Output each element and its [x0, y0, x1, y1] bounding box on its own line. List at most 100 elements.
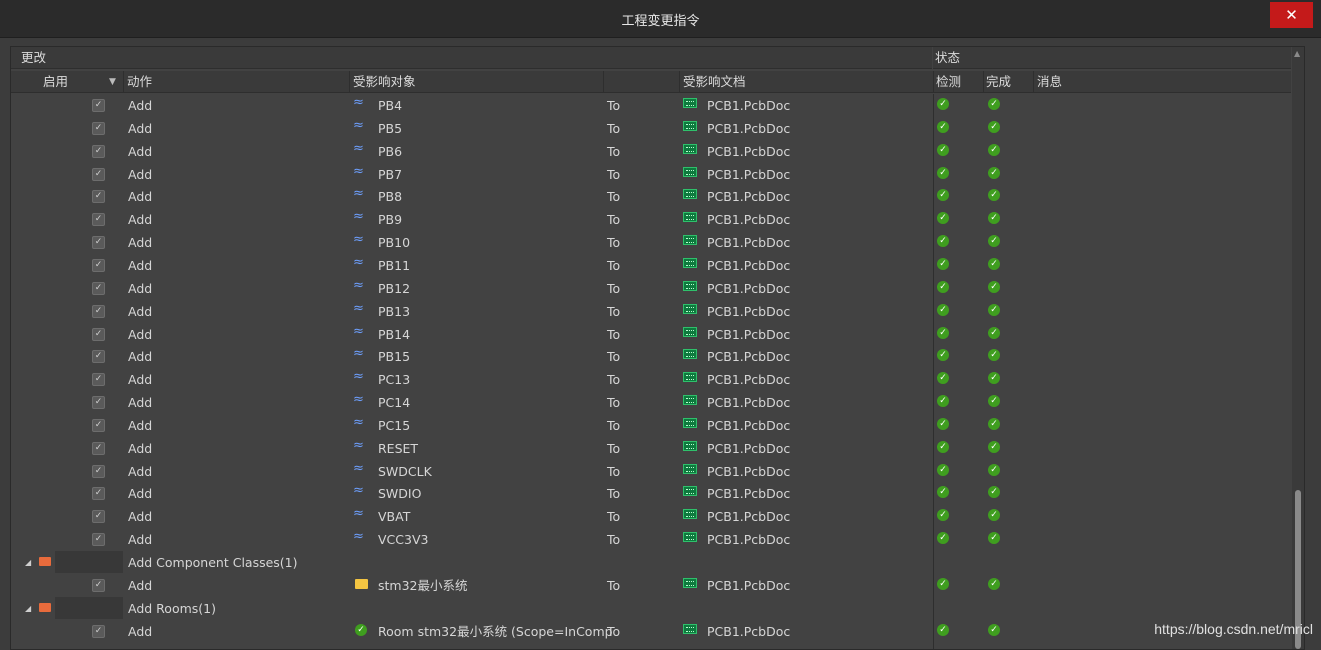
table-row[interactable]: ✓ Add ≈ SWDIO To PCB1.PcbDoc ✓ ✓ [11, 482, 1291, 505]
enable-checkbox[interactable]: ✓ [92, 213, 105, 227]
action-cell: Add [128, 212, 153, 228]
table-row[interactable]: ✓ Add ≈ RESET To PCB1.PcbDoc ✓ ✓ [11, 437, 1291, 460]
sort-dropdown-icon[interactable]: ▼ [109, 71, 116, 93]
affected-object-cell: PB15 [378, 349, 411, 365]
column-header-enable[interactable]: 启用 [43, 71, 68, 93]
table-row[interactable]: ✓ Add ≈ VCC3V3 To PCB1.PcbDoc ✓ ✓ [11, 528, 1291, 551]
table-row[interactable]: ✓ Add stm32最小系统 To PCB1.PcbDoc ✓ ✓ [11, 574, 1291, 597]
column-header-check[interactable]: 检测 [936, 71, 961, 93]
table-row[interactable]: ✓ Add ≈ PC15 To PCB1.PcbDoc ✓ ✓ [11, 414, 1291, 437]
table-row[interactable]: ✓ Add ≈ PB7 To PCB1.PcbDoc ✓ ✓ [11, 163, 1291, 186]
action-cell: Add [128, 532, 153, 548]
group-header-status: 状态 [933, 47, 1291, 69]
check-status-icon: ✓ [937, 120, 949, 133]
to-cell: To [607, 257, 621, 273]
check-status-icon: ✓ [937, 189, 949, 202]
to-cell: To [607, 532, 621, 548]
affected-object-cell: PB9 [378, 212, 403, 228]
table-row[interactable]: ✓ Add ≈ PB8 To PCB1.PcbDoc ✓ ✓ [11, 185, 1291, 208]
table-row[interactable]: ✓ Add ≈ PB14 To PCB1.PcbDoc ✓ ✓ [11, 323, 1291, 346]
check-status-icon: ✓ [937, 143, 949, 156]
pcb-doc-icon [683, 303, 697, 314]
pcb-doc-icon [683, 532, 697, 543]
affected-object-cell: PB12 [378, 280, 411, 296]
affected-document-cell: PCB1.PcbDoc [707, 235, 791, 251]
column-header-done[interactable]: 完成 [986, 71, 1011, 93]
title-bar: 工程变更指令 ✕ [0, 0, 1321, 38]
to-cell: To [607, 98, 621, 113]
table-row[interactable]: ✓ Add ≈ PB5 To PCB1.PcbDoc ✓ ✓ [11, 117, 1291, 140]
enable-checkbox[interactable]: ✓ [92, 258, 105, 272]
done-status-icon: ✓ [988, 395, 1000, 408]
enable-checkbox[interactable]: ✓ [92, 99, 105, 112]
to-cell: To [607, 166, 621, 182]
table-row[interactable]: ✓ Add ≈ PC14 To PCB1.PcbDoc ✓ ✓ [11, 391, 1291, 414]
table-row[interactable]: ✓ Add ≈ PC13 To PCB1.PcbDoc ✓ ✓ [11, 368, 1291, 391]
pcb-doc-icon [683, 98, 697, 108]
affected-document-cell: PCB1.PcbDoc [707, 532, 791, 548]
check-status-icon: ✓ [937, 440, 949, 453]
group-row[interactable]: ◢ Add Rooms(1) [11, 596, 1291, 620]
table-row[interactable]: ✓ Add ✓ Room stm32最小系统 (Scope=InComp To PCB1.… [11, 620, 1291, 643]
enable-checkbox[interactable]: ✓ [92, 578, 105, 592]
enable-checkbox[interactable]: ✓ [92, 373, 105, 387]
action-cell: Add [128, 98, 153, 113]
enable-checkbox[interactable]: ✓ [92, 144, 105, 158]
enable-checkbox[interactable]: ✓ [92, 441, 105, 455]
affected-document-cell: PCB1.PcbDoc [707, 395, 791, 411]
column-header-action[interactable]: 动作 [127, 71, 152, 93]
affected-document-cell: PCB1.PcbDoc [707, 486, 791, 502]
table-row[interactable]: ✓ Add ≈ SWDCLK To PCB1.PcbDoc ✓ ✓ [11, 460, 1291, 483]
vertical-scrollbar[interactable]: ▲ [1292, 47, 1304, 649]
action-cell: Add [128, 189, 153, 205]
table-row[interactable]: ✓ Add ≈ PB15 To PCB1.PcbDoc ✓ ✓ [11, 345, 1291, 368]
action-cell: Add [128, 463, 153, 479]
enable-checkbox[interactable]: ✓ [92, 396, 105, 410]
enable-checkbox[interactable]: ✓ [92, 327, 105, 341]
enable-checkbox[interactable]: ✓ [92, 624, 105, 638]
table-row[interactable]: ✓ Add ≈ PB13 To PCB1.PcbDoc ✓ ✓ [11, 300, 1291, 323]
collapse-triangle-icon[interactable]: ◢ [25, 597, 31, 620]
column-header-message[interactable]: 消息 [1037, 71, 1062, 93]
column-header-row: 启用 ▼ 动作 受影响对象 受影响文档 检测 完成 消息 [11, 71, 1291, 93]
close-button[interactable]: ✕ [1270, 2, 1313, 28]
close-icon: ✕ [1285, 6, 1298, 24]
enable-checkbox[interactable]: ✓ [92, 281, 105, 295]
table-row[interactable]: ✓ Add ≈ PB6 To PCB1.PcbDoc ✓ ✓ [11, 140, 1291, 163]
group-row[interactable]: ◢ Add Component Classes(1) [11, 551, 1291, 574]
table-row[interactable]: ✓ Add ≈ PB4 To PCB1.PcbDoc ✓ ✓ [11, 94, 1291, 117]
pcb-doc-icon [683, 280, 697, 291]
check-status-icon: ✓ [937, 509, 949, 522]
enable-checkbox[interactable]: ✓ [92, 350, 105, 364]
enable-checkbox[interactable]: ✓ [92, 487, 105, 501]
pcb-doc-icon [683, 326, 697, 337]
action-cell: Add [128, 326, 153, 342]
to-cell: To [607, 372, 621, 388]
enable-checkbox[interactable]: ✓ [92, 236, 105, 250]
net-icon: ≈ [353, 392, 364, 408]
enable-checkbox[interactable]: ✓ [92, 304, 105, 318]
to-cell: To [607, 509, 621, 525]
enable-checkbox[interactable]: ✓ [92, 464, 105, 478]
table-row[interactable]: ✓ Add ≈ PB9 To PCB1.PcbDoc ✓ ✓ [11, 208, 1291, 231]
enable-checkbox[interactable]: ✓ [92, 167, 105, 181]
net-icon: ≈ [353, 95, 364, 110]
enable-checkbox[interactable]: ✓ [92, 510, 105, 524]
column-header-affected-object[interactable]: 受影响对象 [353, 71, 416, 93]
column-header-affected-document[interactable]: 受影响文档 [683, 71, 746, 93]
enable-checkbox[interactable]: ✓ [92, 121, 105, 135]
enable-checkbox[interactable]: ✓ [92, 533, 105, 547]
enable-checkbox[interactable]: ✓ [92, 190, 105, 204]
table-row[interactable]: ✓ Add ≈ PB12 To PCB1.PcbDoc ✓ ✓ [11, 277, 1291, 300]
scroll-up-icon[interactable]: ▲ [1294, 49, 1300, 58]
collapse-triangle-icon[interactable]: ◢ [25, 551, 31, 574]
affected-object-cell: SWDCLK [378, 463, 432, 479]
table-row[interactable]: ✓ Add ≈ PB11 To PCB1.PcbDoc ✓ ✓ [11, 254, 1291, 277]
to-cell: To [607, 440, 621, 456]
affected-object-cell: PC15 [378, 417, 411, 433]
done-status-icon: ✓ [988, 280, 1000, 293]
enable-checkbox[interactable]: ✓ [92, 418, 105, 432]
table-row[interactable]: ✓ Add ≈ PB10 To PCB1.PcbDoc ✓ ✓ [11, 231, 1291, 254]
check-status-icon: ✓ [937, 486, 949, 499]
table-row[interactable]: ✓ Add ≈ VBAT To PCB1.PcbDoc ✓ ✓ [11, 505, 1291, 528]
